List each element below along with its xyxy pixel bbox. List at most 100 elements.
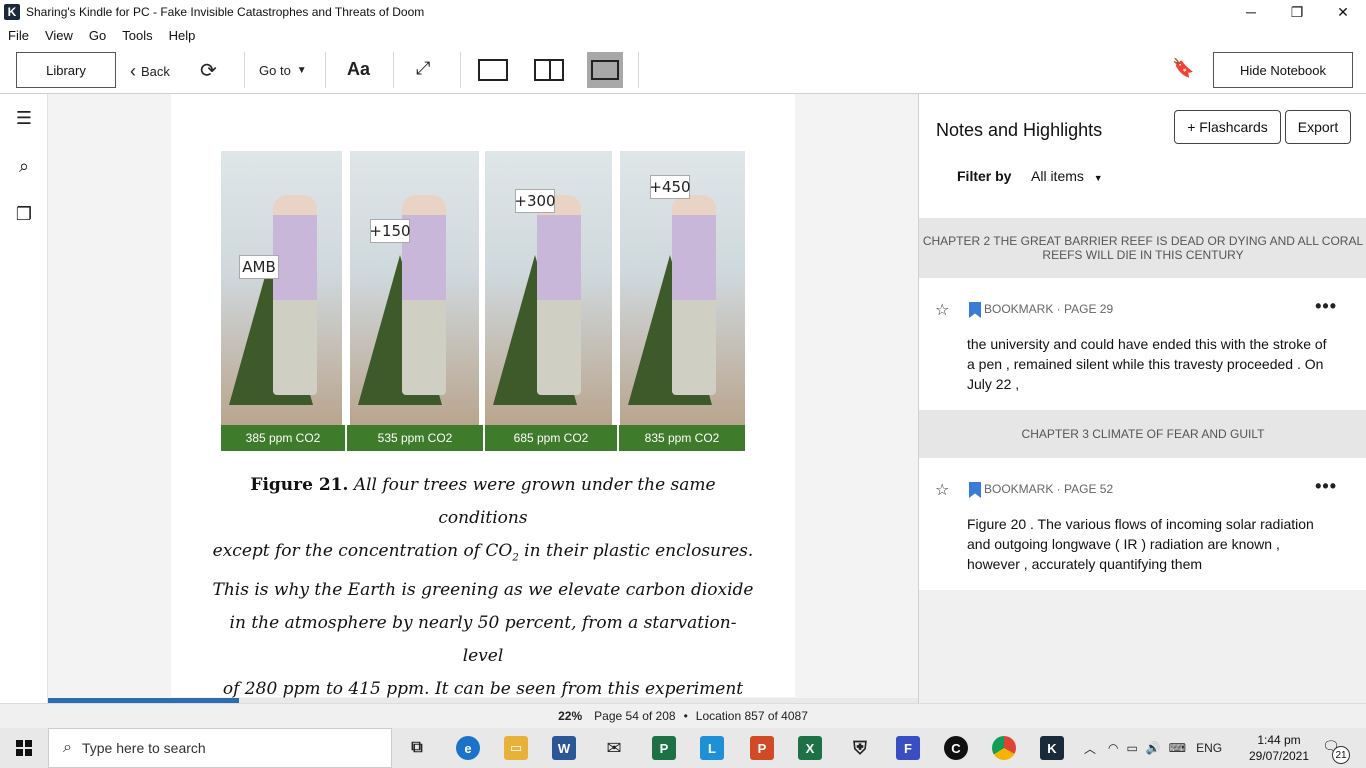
caption-lead: Figure 21. <box>250 475 349 495</box>
menu-file[interactable]: File <box>0 28 37 43</box>
star-icon[interactable]: ☆ <box>935 480 949 500</box>
caret-down-icon: ▼ <box>1093 173 1103 183</box>
powerpoint-icon[interactable]: P <box>750 736 774 760</box>
photo-sign: AMB <box>239 255 279 279</box>
menu-tools[interactable]: Tools <box>114 28 160 43</box>
filter-label: Filter by <box>957 168 1012 184</box>
notification-badge: 21 <box>1332 746 1350 764</box>
wifi-icon[interactable]: ◠ <box>1108 741 1118 755</box>
note-item[interactable]: ☆ BOOKMARK · PAGE 29 ••• the university … <box>919 278 1366 410</box>
two-column-icon[interactable] <box>534 59 564 81</box>
more-options-icon[interactable]: ••• <box>1315 476 1337 497</box>
back-label: Back <box>141 64 170 79</box>
volume-icon[interactable]: 🔊 <box>1146 741 1161 755</box>
figure-labels: 385 ppm CO2 535 ppm CO2 685 ppm CO2 835 … <box>221 425 745 451</box>
toolbar-divider <box>325 52 326 88</box>
figure-label: 535 ppm CO2 <box>347 425 485 451</box>
edge-icon[interactable]: e <box>456 736 480 760</box>
font-settings-button[interactable]: Aa <box>347 59 370 80</box>
search-placeholder: Type here to search <box>81 740 206 756</box>
figure-label: 835 ppm CO2 <box>619 425 745 451</box>
single-column-icon[interactable] <box>478 59 508 81</box>
shield-icon[interactable]: ⛨ <box>848 736 872 760</box>
lync-icon[interactable]: L <box>700 736 724 760</box>
library-button[interactable]: Library <box>16 52 116 88</box>
fullscreen-icon[interactable]: ⤢ <box>416 58 430 79</box>
app-f-icon[interactable]: F <box>896 736 920 760</box>
star-icon[interactable]: ☆ <box>935 300 949 320</box>
word-icon[interactable]: W <box>552 736 576 760</box>
restore-button[interactable]: ❐ <box>1274 0 1320 24</box>
hide-notebook-button[interactable]: Hide Notebook <box>1213 52 1353 88</box>
taskbar-search[interactable]: ⌕ Type here to search <box>48 728 392 768</box>
toolbar-divider <box>460 52 461 88</box>
window-controls: ─ ❐ ✕ <box>1228 0 1366 24</box>
mail-icon[interactable]: ✉ <box>602 736 626 760</box>
menu-help[interactable]: Help <box>161 28 204 43</box>
photo-panel: +450 <box>620 151 745 425</box>
task-view-icon[interactable]: ⧉ <box>405 736 429 760</box>
status-bar: 22% Page 54 of 208 • Location 857 of 408… <box>0 703 1366 728</box>
location-indicator: Location 857 of 4087 <box>695 709 808 723</box>
title-bar: K Sharing's Kindle for PC - Fake Invisib… <box>0 0 1366 24</box>
kindle-taskbar-icon[interactable]: K <box>1040 736 1064 760</box>
photo-panel: +150 <box>350 151 479 425</box>
progress-percent: 22% <box>558 709 583 723</box>
note-label: BOOKMARK · PAGE 52 <box>984 482 1114 496</box>
windows-icon <box>16 740 32 756</box>
toolbar-divider <box>393 52 394 88</box>
note-text: Figure 20 . The various flows of incomin… <box>967 516 1314 572</box>
export-button[interactable]: Export <box>1285 110 1351 144</box>
close-button[interactable]: ✕ <box>1320 0 1366 24</box>
notebook-header: Notes and Highlights + Flashcards Export… <box>919 94 1366 218</box>
photo-sign: +450 <box>649 175 691 199</box>
notebook-title: Notes and Highlights <box>936 120 1103 140</box>
clock[interactable]: 1:44 pm 29/07/2021 <box>1244 732 1314 764</box>
clock-time: 1:44 pm <box>1257 733 1301 747</box>
figure-caption: Figure 21. All four trees were grown und… <box>212 475 754 700</box>
back-button[interactable]: ‹ Back <box>130 61 170 82</box>
minimize-button[interactable]: ─ <box>1228 0 1274 24</box>
search-icon[interactable]: ⌕ <box>12 154 36 178</box>
clock-date: 29/07/2021 <box>1248 749 1310 763</box>
battery-icon[interactable]: ▭ <box>1127 741 1138 755</box>
book-page: AMB +150 +300 +450 385 ppm CO2 535 ppm C… <box>171 94 795 699</box>
notebook-icon[interactable]: ❐ <box>12 202 36 226</box>
photo-sign: +300 <box>514 189 556 213</box>
start-button[interactable] <box>0 728 48 768</box>
excel-icon[interactable]: X <box>798 736 822 760</box>
language-indicator[interactable]: ENG <box>1196 741 1222 755</box>
chrome-icon[interactable] <box>992 736 1016 760</box>
sync-icon[interactable]: ⟳ <box>200 58 217 83</box>
publisher-icon[interactable]: P <box>652 736 676 760</box>
page-indicator: Page 54 of 208 <box>594 709 676 723</box>
more-options-icon[interactable]: ••• <box>1315 296 1337 317</box>
search-icon: ⌕ <box>63 739 72 756</box>
bookmark-icon <box>969 482 981 498</box>
app-c-icon[interactable]: C <box>944 736 968 760</box>
add-bookmark-icon[interactable]: 🔖 <box>1172 58 1194 79</box>
menu-view[interactable]: View <box>37 28 81 43</box>
chevron-up-icon[interactable]: ︿ <box>1084 740 1096 757</box>
menu-go[interactable]: Go <box>81 28 114 43</box>
chapter-heading: CHAPTER 3 CLIMATE OF FEAR AND GUILT <box>919 410 1366 458</box>
photo-sign: +150 <box>369 219 411 243</box>
toolbar-divider <box>244 52 245 88</box>
taskbar: ⌕ Type here to search ⧉ e ▭ W ✉ P L P X … <box>0 728 1366 768</box>
table-of-contents-icon[interactable]: ☰ <box>12 106 36 130</box>
system-tray: ︿ ◠ ▭ 🔊 ⌨ ENG <box>1084 728 1222 768</box>
toolbar: Library ‹ Back ⟳ Go to ▼ Aa ⤢ 🔖 Hide Not… <box>0 46 1366 94</box>
keyboard-icon[interactable]: ⌨ <box>1169 741 1186 755</box>
toolbar-divider <box>638 52 639 88</box>
figure-image: AMB +150 +300 +450 385 ppm CO2 535 ppm C… <box>221 151 745 451</box>
filter-dropdown[interactable]: All items ▼ <box>1031 168 1103 184</box>
goto-button[interactable]: Go to ▼ <box>259 63 307 78</box>
note-label: BOOKMARK · PAGE 29 <box>984 302 1114 316</box>
chapter-heading: CHAPTER 2 THE GREAT BARRIER REEF IS DEAD… <box>919 218 1366 278</box>
kindle-icon: K <box>4 4 20 20</box>
flashcards-button[interactable]: + Flashcards <box>1174 110 1281 144</box>
file-explorer-icon[interactable]: ▭ <box>504 736 528 760</box>
chevron-left-icon: ‹ <box>130 61 136 81</box>
fit-width-icon[interactable] <box>587 52 623 88</box>
note-item[interactable]: ☆ BOOKMARK · PAGE 52 ••• Figure 20 . The… <box>919 458 1366 590</box>
